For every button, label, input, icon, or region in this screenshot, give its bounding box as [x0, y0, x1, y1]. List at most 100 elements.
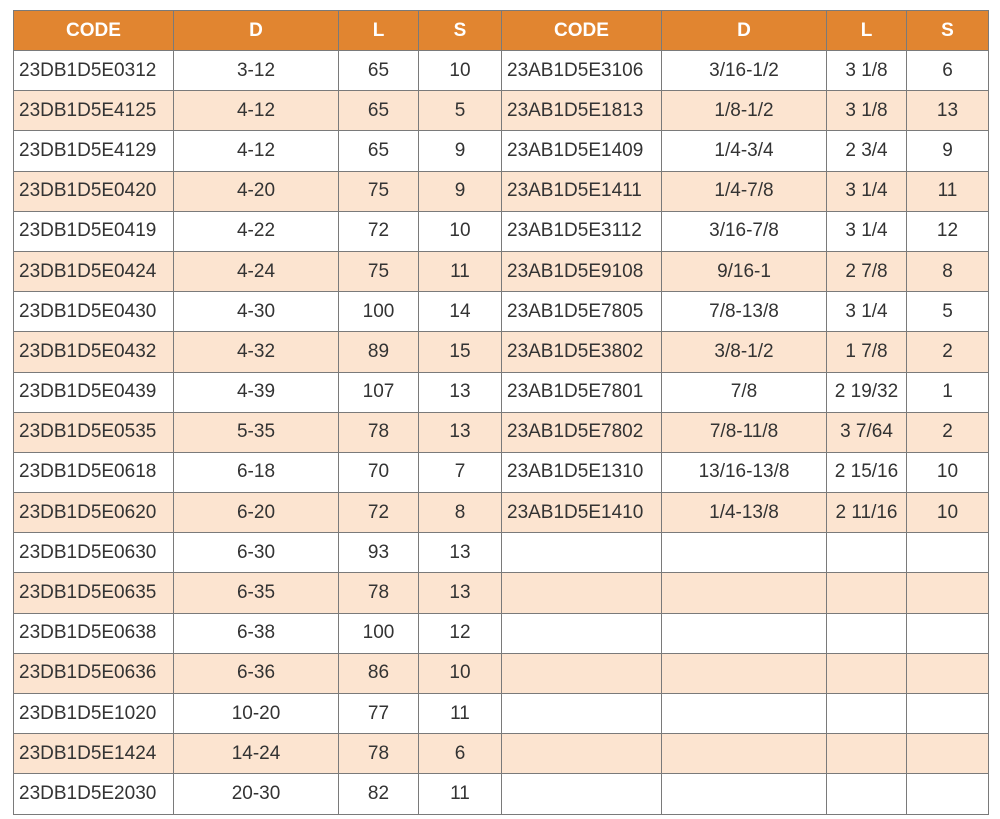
table-row: 23DB1D5E0620 6-20 72 8 23AB1D5E1410 1/4-…	[13, 492, 989, 534]
cell-s: 10	[906, 451, 989, 494]
cell-d: 3/16-1/2	[661, 49, 827, 92]
cell-l: 3 7/64	[826, 411, 907, 453]
cell-s: 5	[906, 291, 989, 333]
cell-s: 12	[906, 210, 989, 252]
cell-d: 4-22	[173, 210, 339, 252]
cell-code: 23AB1D5E7805	[501, 291, 662, 333]
cell-l: 72	[338, 210, 419, 252]
cell-d: 7/8	[661, 371, 827, 413]
cell-s: 13	[418, 411, 502, 453]
header-row: CODE D L S CODE D L S	[13, 10, 989, 51]
cell-code: 23DB1D5E1020	[13, 692, 174, 735]
cell-d: 1/4-7/8	[661, 170, 827, 212]
table-row: 23DB1D5E4129 4-12 65 9 23AB1D5E1409 1/4-…	[13, 130, 989, 172]
cell-l: 3 1/8	[826, 49, 907, 92]
cell-s: 12	[418, 612, 502, 654]
table-row: 23DB1D5E0618 6-18 70 7 23AB1D5E1310 13/1…	[13, 451, 989, 494]
cell-s: 8	[418, 492, 502, 534]
cell-d: 6-36	[173, 652, 339, 695]
table-row: 23DB1D5E0432 4-32 89 15 23AB1D5E3802 3/8…	[13, 331, 989, 373]
cell-s: 13	[418, 532, 502, 574]
cell-s: 2	[906, 331, 989, 373]
cell-l: 2 3/4	[826, 130, 907, 172]
table-row: 23DB1D5E4125 4-12 65 5 23AB1D5E1813 1/8-…	[13, 90, 989, 132]
cell-s: 11	[418, 250, 502, 293]
cell-code: 23DB1D5E0312	[13, 49, 174, 92]
table-row: 23DB1D5E0312 3-12 65 10 23AB1D5E3106 3/1…	[13, 49, 989, 92]
cell-d: 6-35	[173, 572, 339, 614]
cell-code: 23DB1D5E0620	[13, 492, 174, 534]
header-code: CODE	[13, 10, 174, 51]
cell-l: 70	[338, 451, 419, 494]
header-d: D	[173, 10, 339, 51]
cell-s	[906, 733, 989, 775]
cell-l: 78	[338, 411, 419, 453]
cell-l	[826, 532, 907, 574]
cell-code: 23AB1D5E1409	[501, 130, 662, 172]
cell-code	[501, 572, 662, 614]
cell-code: 23AB1D5E3106	[501, 49, 662, 92]
cell-l: 3 1/4	[826, 291, 907, 333]
table-row: 23DB1D5E0419 4-22 72 10 23AB1D5E3112 3/1…	[13, 210, 989, 252]
cell-code: 23AB1D5E1410	[501, 492, 662, 534]
spec-table: CODE D L S CODE D L S 23DB1D5E0312 3-12 …	[13, 10, 989, 815]
cell-d: 4-39	[173, 371, 339, 413]
cell-s	[906, 532, 989, 574]
cell-d: 3-12	[173, 49, 339, 92]
cell-code: 23DB1D5E0535	[13, 411, 174, 453]
cell-d: 4-12	[173, 90, 339, 132]
cell-l: 77	[338, 692, 419, 735]
spec-table-container: CODE D L S CODE D L S 23DB1D5E0312 3-12 …	[13, 10, 989, 815]
table-row: 23DB1D5E0630 6-30 93 13	[13, 532, 989, 574]
cell-d	[661, 733, 827, 775]
cell-l: 65	[338, 49, 419, 92]
cell-code: 23DB1D5E0420	[13, 170, 174, 212]
cell-l	[826, 572, 907, 614]
cell-d: 3/8-1/2	[661, 331, 827, 373]
cell-l: 93	[338, 532, 419, 574]
header-code: CODE	[501, 10, 662, 51]
header-s: S	[418, 10, 502, 51]
cell-d: 6-38	[173, 612, 339, 654]
cell-l: 2 7/8	[826, 250, 907, 293]
table-row: 23DB1D5E0420 4-20 75 9 23AB1D5E1411 1/4-…	[13, 170, 989, 212]
cell-s: 1	[906, 371, 989, 413]
cell-s: 11	[418, 692, 502, 735]
header-l: L	[826, 10, 907, 51]
table-row: 23DB1D5E0430 4-30 100 14 23AB1D5E7805 7/…	[13, 291, 989, 333]
table-row: 23DB1D5E0638 6-38 100 12	[13, 612, 989, 654]
cell-l: 65	[338, 130, 419, 172]
cell-l: 1 7/8	[826, 331, 907, 373]
cell-l: 75	[338, 170, 419, 212]
cell-d: 5-35	[173, 411, 339, 453]
cell-s	[906, 612, 989, 654]
cell-l	[826, 612, 907, 654]
cell-l: 72	[338, 492, 419, 534]
cell-s: 13	[906, 90, 989, 132]
cell-d	[661, 612, 827, 654]
cell-l: 89	[338, 331, 419, 373]
table-row: 23DB1D5E2030 20-30 82 11	[13, 773, 989, 815]
cell-s: 9	[418, 130, 502, 172]
cell-s: 11	[418, 773, 502, 815]
cell-code	[501, 692, 662, 735]
cell-code: 23DB1D5E0630	[13, 532, 174, 574]
cell-s: 7	[418, 451, 502, 494]
cell-code: 23DB1D5E0638	[13, 612, 174, 654]
cell-l	[826, 652, 907, 695]
table-row: 23DB1D5E0424 4-24 75 11 23AB1D5E9108 9/1…	[13, 250, 989, 293]
cell-code	[501, 652, 662, 695]
cell-l: 65	[338, 90, 419, 132]
cell-l	[826, 773, 907, 815]
cell-code: 23AB1D5E9108	[501, 250, 662, 293]
cell-l	[826, 692, 907, 735]
table-row: 23DB1D5E0439 4-39 107 13 23AB1D5E7801 7/…	[13, 371, 989, 413]
cell-s: 6	[418, 733, 502, 775]
cell-d: 6-18	[173, 451, 339, 494]
cell-l: 3 1/4	[826, 210, 907, 252]
cell-s: 8	[906, 250, 989, 293]
cell-l: 3 1/8	[826, 90, 907, 132]
cell-code: 23DB1D5E0424	[13, 250, 174, 293]
cell-code: 23DB1D5E0635	[13, 572, 174, 614]
cell-d: 4-12	[173, 130, 339, 172]
